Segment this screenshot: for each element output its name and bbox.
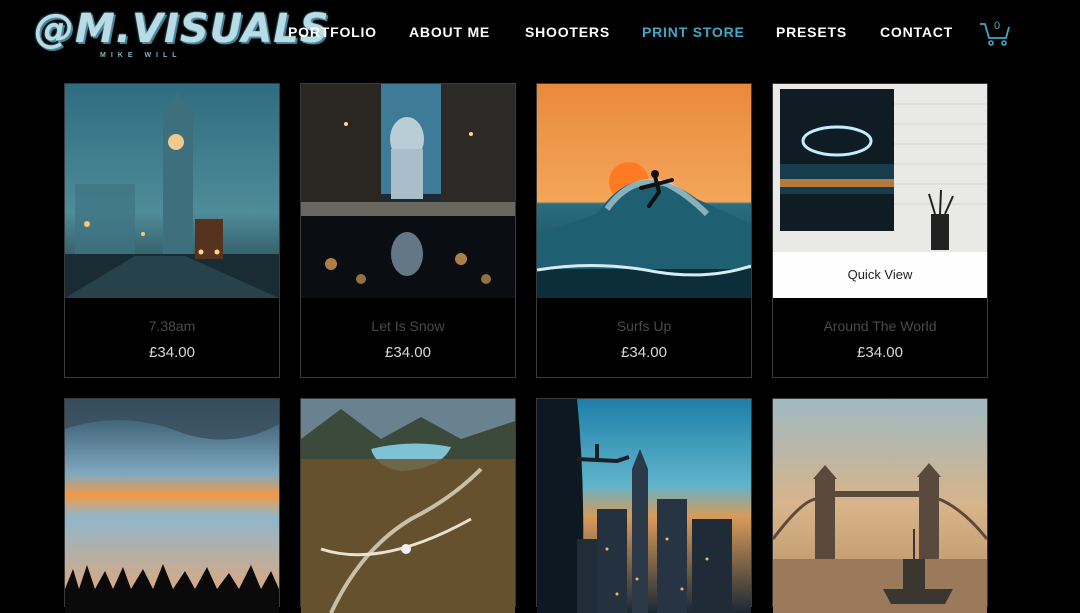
- product-image-sunset-treeline[interactable]: [65, 399, 279, 613]
- product-image-tower-bridge[interactable]: [773, 399, 987, 613]
- product-image-helicopter-nyc[interactable]: [537, 399, 751, 613]
- product-card[interactable]: 7.38am £34.00: [64, 83, 280, 378]
- product-price: £34.00: [621, 344, 667, 361]
- nav-portfolio[interactable]: PORTFOLIO: [288, 24, 377, 40]
- logo-tagline: MIKE WILL: [100, 52, 182, 59]
- logo-text: @M.VISUALS: [34, 6, 330, 52]
- nav-print-store[interactable]: PRINT STORE: [642, 24, 745, 40]
- nav-contact[interactable]: CONTACT: [880, 24, 953, 40]
- product-price: £34.00: [149, 344, 195, 361]
- site-logo[interactable]: @M.VISUALS MIKE WILL: [34, 6, 329, 62]
- product-title[interactable]: Let Is Snow: [301, 318, 515, 334]
- product-image-foggy-london[interactable]: [65, 84, 279, 298]
- product-card[interactable]: [536, 398, 752, 613]
- site-header: @M.VISUALS MIKE WILL PORTFOLIO ABOUT ME …: [0, 0, 1080, 70]
- product-card[interactable]: Let Is Snow £34.00: [300, 83, 516, 378]
- product-image-st-pauls[interactable]: [301, 84, 515, 298]
- nav-shooters[interactable]: SHOOTERS: [525, 24, 610, 40]
- nav-presets[interactable]: PRESETS: [776, 24, 847, 40]
- product-title[interactable]: Around The World: [773, 318, 987, 334]
- cart-button[interactable]: 0: [978, 18, 1012, 48]
- product-price: £34.00: [857, 344, 903, 361]
- product-title[interactable]: Surfs Up: [537, 318, 751, 334]
- product-title[interactable]: 7.38am: [65, 318, 279, 334]
- product-card[interactable]: [300, 398, 516, 613]
- quick-view-button[interactable]: Quick View: [773, 252, 987, 298]
- product-image-surfer[interactable]: [537, 84, 751, 298]
- product-card[interactable]: Surfs Up £34.00: [536, 83, 752, 378]
- product-image-highland-viaduct[interactable]: [301, 399, 515, 613]
- product-card[interactable]: [64, 398, 280, 613]
- cart-count: 0: [994, 20, 1001, 32]
- product-card[interactable]: [772, 398, 988, 613]
- nav-about-me[interactable]: ABOUT ME: [409, 24, 490, 40]
- product-card[interactable]: Quick View Around The World £34.00: [772, 83, 988, 378]
- product-price: £34.00: [385, 344, 431, 361]
